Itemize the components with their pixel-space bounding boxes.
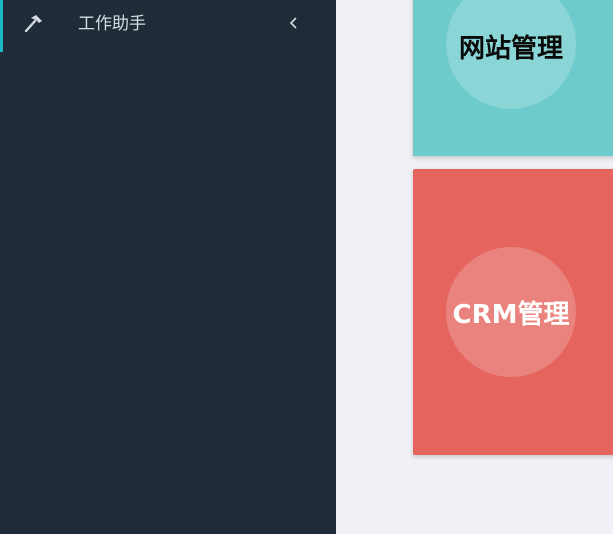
sidebar-item-work-assistant[interactable]: 工作助手	[0, 0, 336, 52]
tile-label: CRM管理	[452, 300, 570, 330]
sidebar: 工作助手	[0, 0, 336, 534]
website-management-tile[interactable]: 网站管理	[413, 0, 613, 156]
chevron-left-icon[interactable]	[287, 14, 301, 32]
sidebar-item-label: 工作助手	[78, 14, 146, 34]
tile-label: 网站管理	[458, 34, 563, 64]
hammer-icon	[22, 12, 44, 34]
crm-management-tile[interactable]: CRM管理	[413, 169, 613, 455]
active-indicator	[0, 0, 3, 52]
